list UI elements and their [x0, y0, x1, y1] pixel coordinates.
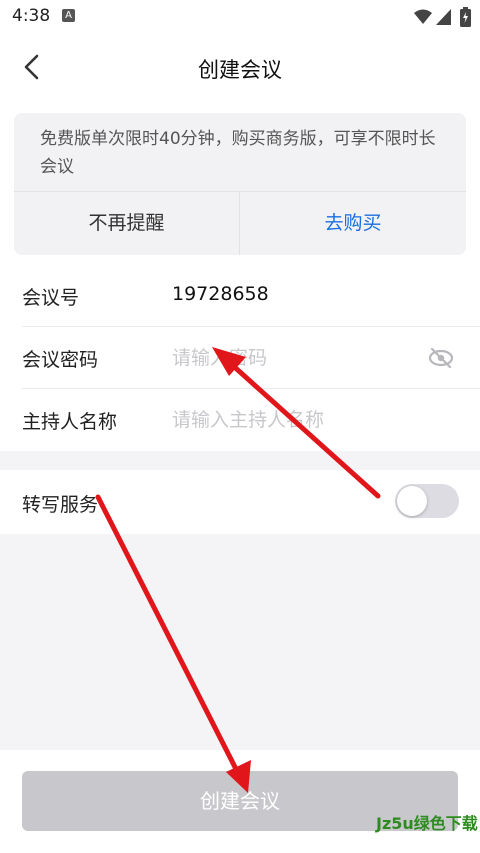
transcription-label: 转写服务	[22, 494, 99, 516]
meeting-id-label: 会议号	[22, 287, 80, 309]
navigation-bar: 创建会议	[0, 34, 480, 100]
host-name-label: 主持人名称	[22, 411, 118, 433]
status-time: 4:38	[12, 6, 51, 26]
toggle-knob	[397, 486, 427, 516]
transcription-toggle[interactable]	[395, 484, 459, 518]
password-row: 会议密码	[0, 327, 480, 389]
watermark-text: Jz5u绿色下载	[376, 814, 478, 833]
wifi-icon	[414, 9, 432, 24]
meeting-id-value: 19728658	[172, 283, 269, 305]
page-title: 创建会议	[198, 58, 282, 82]
password-input[interactable]	[172, 341, 412, 375]
password-label: 会议密码	[22, 349, 99, 371]
dismiss-reminder-button[interactable]: 不再提醒	[14, 192, 239, 255]
meeting-form: 会议号 19728658 会议密码 主持人名称	[0, 265, 480, 451]
notification-icon: A	[62, 9, 75, 22]
signal-icon	[436, 9, 451, 25]
transcription-row: 转写服务	[0, 470, 480, 534]
host-name-input[interactable]	[172, 403, 412, 437]
status-bar: 4:38 A	[0, 0, 480, 34]
notice-text: 免费版单次限时40分钟，购买商务版，可享不限时长会议	[40, 129, 436, 177]
eye-hidden-icon[interactable]	[428, 347, 454, 369]
buy-button[interactable]: 去购买	[240, 192, 466, 255]
host-name-row: 主持人名称	[0, 389, 480, 451]
upgrade-notice: 免费版单次限时40分钟，购买商务版，可享不限时长会议 不再提醒 去购买	[14, 113, 466, 255]
annotation-arrow-to-create	[95, 494, 251, 793]
meeting-id-row: 会议号 19728658	[0, 265, 480, 327]
battery-icon	[460, 7, 471, 27]
